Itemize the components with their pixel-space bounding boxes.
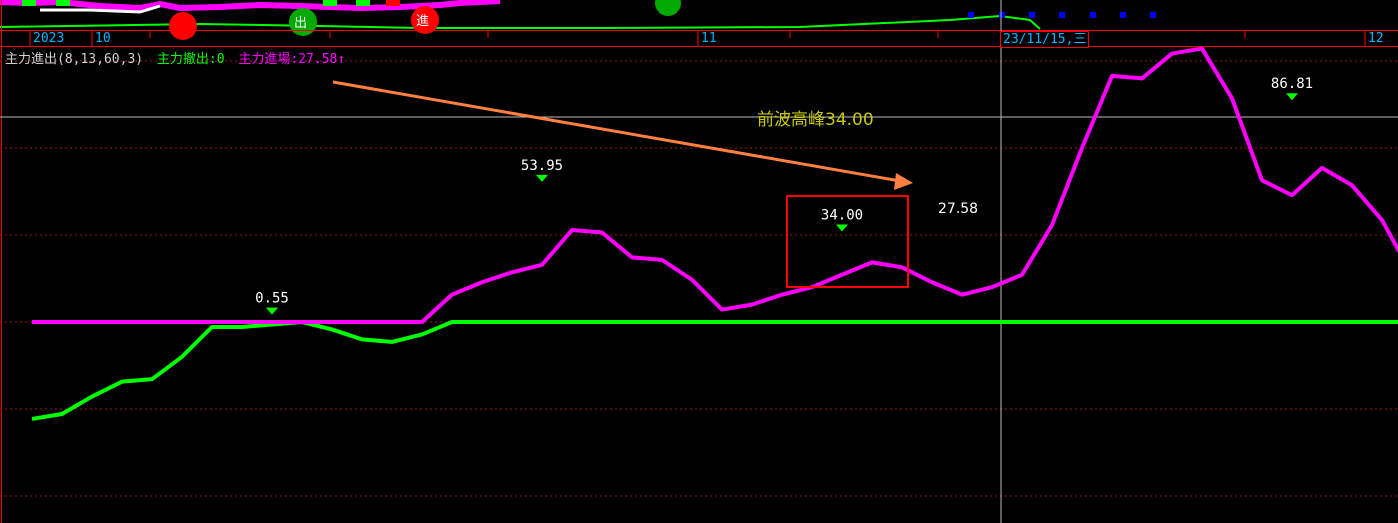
cursor-date-label: 23/11/15,三 [1000, 31, 1090, 48]
entry-signal-icon [169, 12, 197, 40]
peak-note: 前波高峰34.00 [757, 110, 874, 130]
value-label: 86.81 [1271, 76, 1313, 92]
svg-text:出: 出 [294, 16, 307, 31]
indicator-name: 主力進出(8,13,60,3) [5, 52, 144, 67]
month-label-nov: 11 [701, 31, 717, 46]
value-label: 0.55 [255, 291, 289, 307]
year-label: 2023 [33, 31, 65, 46]
svg-text:進: 進 [416, 14, 429, 29]
month-label-oct: 10 [95, 31, 111, 46]
indicator-header: 主力進出(8,13,60,3) 主力撤出:0 主力進場:27.58↑ [5, 48, 351, 67]
exit-value: 主力撤出:0 [156, 52, 225, 67]
chart-canvas[interactable]: 進 出 0.5553.9534.00146.20158.4786.81 前波高峰… [0, 0, 1398, 523]
value-label: 53.95 [521, 158, 563, 174]
value-label: 34.00 [821, 207, 863, 223]
entry-value: 主力進場:27.58↑ [238, 52, 346, 67]
current-value-label: 27.58 [938, 201, 978, 217]
month-label-dec: 12 [1368, 31, 1384, 46]
